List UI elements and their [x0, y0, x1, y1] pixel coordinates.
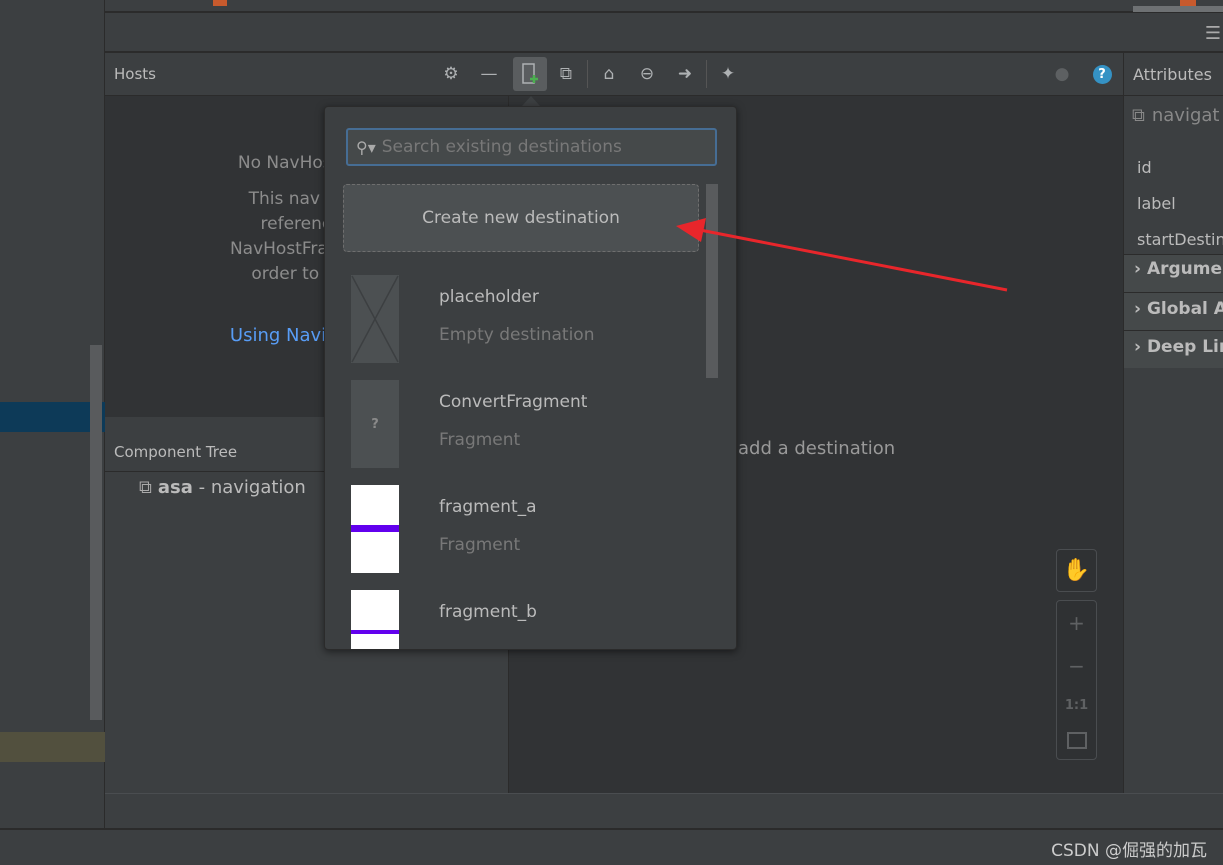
annotation-arrow — [676, 218, 1008, 292]
